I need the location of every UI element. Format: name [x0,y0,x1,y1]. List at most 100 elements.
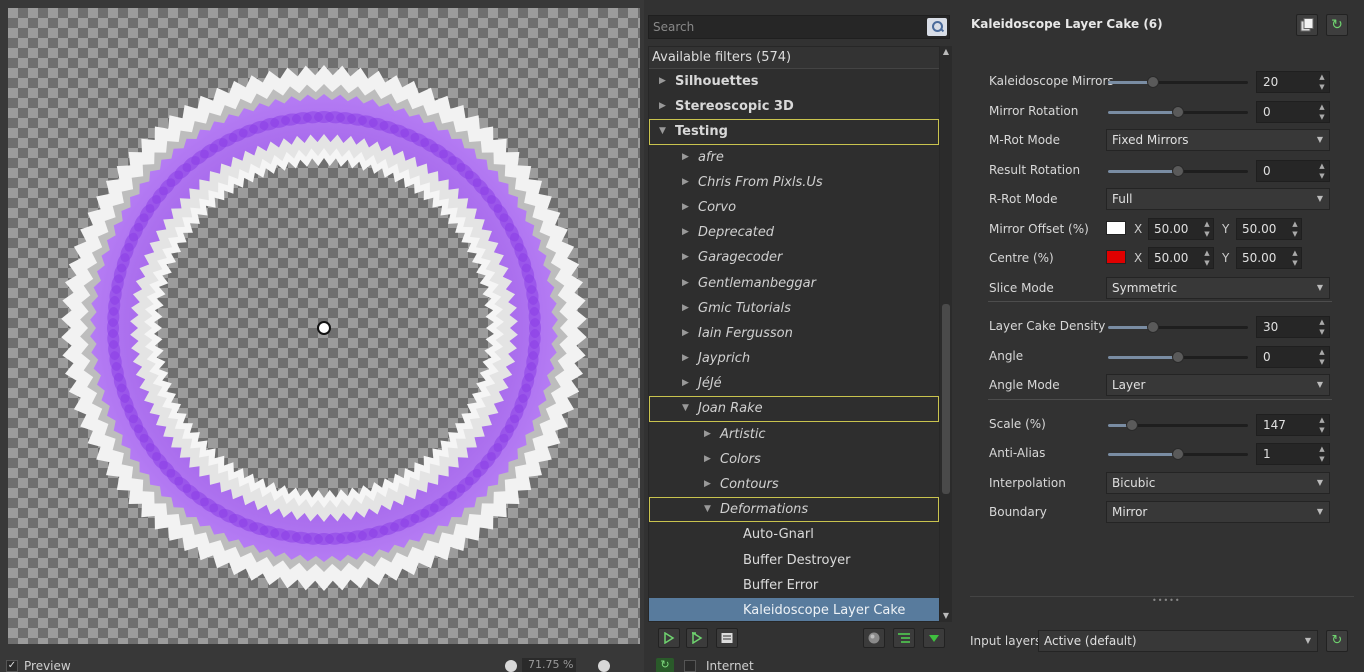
tree-scrollbar[interactable]: ▲ ▼ [940,46,952,622]
param-select[interactable]: Symmetric ▼ [1106,276,1330,299]
param-slider[interactable] [1108,105,1248,118]
param-spinbox[interactable]: 20 ▲ ▼ [1256,71,1330,93]
spin-arrows-icon[interactable]: ▲ ▼ [1289,219,1301,239]
slider-knob[interactable] [1146,76,1159,88]
param-spinbox[interactable]: 0 ▲ ▼ [1256,345,1330,368]
coordinate-spinbox[interactable]: 50.00 ▲ ▼ [1148,217,1214,240]
param-slider[interactable] [1108,164,1248,177]
param-select[interactable]: Mirror ▼ [1106,501,1330,523]
download-button[interactable] [923,628,945,648]
refresh-icon[interactable]: ↻ [1326,630,1348,652]
spin-arrows-icon[interactable]: ▲ ▼ [1315,444,1329,464]
param-select[interactable]: Bicubic ▼ [1106,471,1330,494]
param-slider[interactable] [1108,448,1248,460]
tree-folder[interactable]: ▼ Testing [649,119,939,145]
input-layers-select[interactable]: Active (default) ▼ [1038,630,1318,652]
globe-button[interactable] [863,628,885,648]
tree-folder[interactable]: ▶ Silhouettes [649,69,939,94]
param-spinbox[interactable]: 1 ▲ ▼ [1256,443,1330,465]
chevron-right-icon[interactable]: ▶ [682,245,692,270]
search-input[interactable] [653,18,923,36]
tree-folder[interactable]: ▶ Gmic Tutorials [649,296,939,321]
scroll-up-icon[interactable]: ▲ [940,46,952,58]
filter-item[interactable]: Buffer Destroyer [649,548,939,573]
reset-button[interactable]: ↻ [1326,14,1348,36]
slider-knob[interactable] [1172,350,1184,363]
chevron-right-icon[interactable]: ▶ [682,195,692,220]
remove-favorite-button[interactable] [686,628,708,648]
coordinate-spinbox[interactable]: 50.00 ▲ ▼ [1148,247,1214,269]
tree-folder[interactable]: ▼ Deformations [649,497,939,523]
spin-arrows-icon[interactable]: ▲ ▼ [1315,347,1329,367]
color-swatch[interactable] [1106,220,1126,235]
tree-folder[interactable]: ▶ Corvo [649,195,939,220]
chevron-right-icon[interactable]: ▶ [659,69,669,94]
preview-canvas[interactable] [8,8,640,644]
tree-folder[interactable]: ▶ afre [649,145,939,170]
param-select[interactable]: Layer ▼ [1106,374,1330,396]
spin-arrows-icon[interactable]: ▲ ▼ [1201,248,1213,268]
tree-folder[interactable]: ▶ Garagecoder [649,245,939,270]
chevron-right-icon[interactable]: ▶ [682,271,692,296]
color-swatch[interactable] [1106,250,1126,264]
chevron-down-icon[interactable]: ▼ [704,497,714,522]
slider-knob[interactable] [1172,448,1184,460]
zoom-in-icon[interactable] [598,660,610,672]
tree-folder[interactable]: ▶ Iain Fergusson [649,321,939,346]
add-favorite-button[interactable] [658,628,680,648]
scroll-down-icon[interactable]: ▼ [940,610,952,622]
resize-grip-icon[interactable]: ••••• [1152,596,1181,605]
tree-folder[interactable]: ▶ Gentlemanbeggar [649,271,939,296]
slider-knob[interactable] [1172,105,1184,118]
chevron-right-icon[interactable]: ▶ [682,220,692,245]
slider-knob[interactable] [1146,321,1159,333]
spin-arrows-icon[interactable]: ▲ ▼ [1315,72,1329,92]
tree-folder[interactable]: ▶ Colors [649,447,939,472]
spin-arrows-icon[interactable]: ▲ ▼ [1315,161,1329,181]
param-slider[interactable] [1108,350,1248,363]
internet-checkbox[interactable] [684,660,696,672]
spin-arrows-icon[interactable]: ▲ ▼ [1315,415,1329,435]
slider-knob[interactable] [1125,418,1138,431]
tree-folder[interactable]: ▶ Jayprich [649,346,939,371]
spin-arrows-icon[interactable]: ▲ ▼ [1315,102,1329,122]
coordinate-spinbox[interactable]: 50.00 ▲ ▼ [1236,217,1302,240]
tree-folder[interactable]: ▶ Deprecated [649,220,939,245]
centre-handle[interactable] [317,321,331,335]
zoom-out-icon[interactable] [505,660,517,672]
param-slider[interactable] [1108,321,1248,333]
chevron-right-icon[interactable]: ▶ [682,346,692,371]
chevron-right-icon[interactable]: ▶ [704,472,714,497]
chevron-right-icon[interactable]: ▶ [704,422,714,447]
chevron-right-icon[interactable]: ▶ [704,447,714,472]
chevron-down-icon[interactable]: ▼ [659,119,669,144]
scroll-thumb[interactable] [942,304,950,494]
search-icon[interactable] [927,18,947,36]
spin-arrows-icon[interactable]: ▲ ▼ [1201,219,1213,239]
chevron-down-icon[interactable]: ▼ [682,396,692,421]
param-slider[interactable] [1108,418,1248,431]
filter-item[interactable]: Auto-Gnarl [649,522,939,547]
filter-item[interactable]: Buffer Error [649,573,939,598]
param-slider[interactable] [1108,76,1248,88]
param-select[interactable]: Full ▼ [1106,188,1330,210]
spin-arrows-icon[interactable]: ▲ ▼ [1315,317,1329,337]
chevron-right-icon[interactable]: ▶ [682,145,692,170]
expand-button[interactable] [893,628,915,648]
spin-arrows-icon[interactable]: ▲ ▼ [1289,248,1301,268]
refresh-icon[interactable]: ↻ [656,658,674,672]
param-spinbox[interactable]: 0 ▲ ▼ [1256,100,1330,123]
param-spinbox[interactable]: 147 ▲ ▼ [1256,413,1330,436]
chevron-right-icon[interactable]: ▶ [659,94,669,119]
tree-folder[interactable]: ▶ Contours [649,472,939,497]
rename-button[interactable] [716,628,738,648]
param-spinbox[interactable]: 30 ▲ ▼ [1256,316,1330,338]
filter-item[interactable]: Kaleidoscope Layer Cake [649,597,939,621]
tree-folder[interactable]: ▼ Joan Rake [649,396,939,422]
chevron-right-icon[interactable]: ▶ [682,296,692,321]
coordinate-spinbox[interactable]: 50.00 ▲ ▼ [1236,247,1302,269]
chevron-right-icon[interactable]: ▶ [682,321,692,346]
copy-button[interactable] [1296,14,1318,36]
chevron-right-icon[interactable]: ▶ [682,170,692,195]
tree-folder[interactable]: ▶ Artistic [649,422,939,447]
